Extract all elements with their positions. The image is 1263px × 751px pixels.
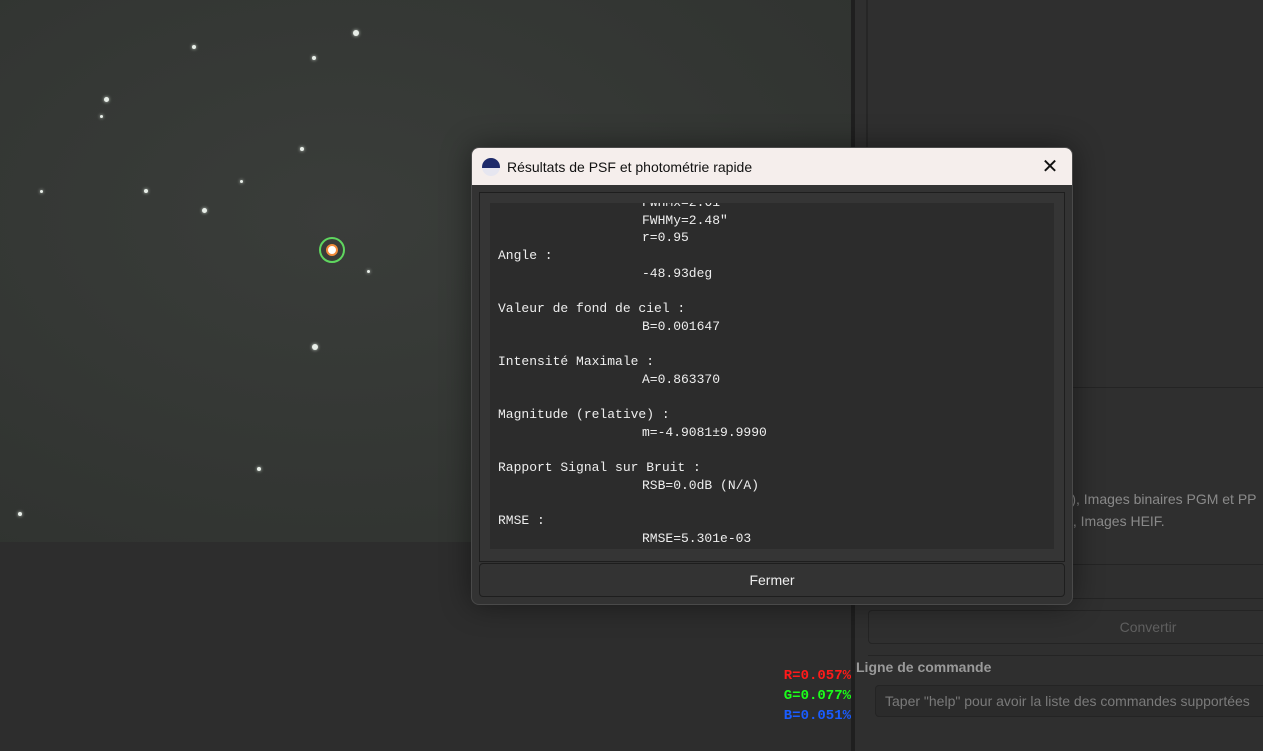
star [312,56,316,60]
formats-line: G, Images HEIF. [1062,513,1165,529]
result-line: RMSE=5.301e-03 [642,531,752,547]
star [144,189,148,193]
result-line [498,282,1054,300]
result-line [498,495,1054,513]
results-text[interactable]: FWHMx=2.61"FWHMy=2.48" r=0.95 Angle : -48.9… [490,203,1054,549]
star [240,180,243,183]
result-line [498,389,1054,407]
star [104,97,109,102]
results-frame: FWHMx=2.61"FWHMy=2.48" r=0.95 Angle : -48.9… [479,192,1065,562]
red-value: R=0.057% [783,668,851,684]
green-value: G=0.077% [783,688,851,704]
star [202,208,207,213]
result-line [498,442,1054,460]
formats-line: S), Images binaires PGM et PP [1062,491,1257,507]
result-line: FWHMx=2.61" [498,203,1054,212]
star [100,115,103,118]
result-line: RSB=0.0dB (N/A) [642,478,760,493]
star [257,467,261,471]
command-input[interactable]: Taper "help" pour avoir la liste des com… [875,685,1263,717]
result-line: RMSE : [498,513,545,529]
star [312,344,318,350]
close-button[interactable]: Fermer [479,563,1065,597]
close-icon[interactable]: ✕ [1028,154,1072,179]
divider [868,655,1263,656]
pixel-values: R=0.057% G=0.077% B=0.051% [784,666,851,726]
star [192,45,196,49]
result-line: B=0.001647 [642,318,721,334]
result-line: Intensité Maximale : [498,354,655,370]
result-line: Valeur de fond de ciel : [498,301,686,317]
app-icon [482,157,500,176]
dialog-title: Résultats de PSF et photométrie rapide [507,158,753,175]
convert-button[interactable]: Convertir [868,610,1263,644]
supported-formats-text: S), Images binaires PGM et PP G, Images … [1062,488,1257,532]
command-line-label: Ligne de commande [856,659,992,675]
result-line: r=0.95 [642,230,689,246]
result-line: A=0.863370 [642,371,721,387]
psf-target-marker [319,237,345,263]
star [367,270,370,273]
result-line [498,336,1054,354]
result-line: m=-4.9081±9.9990 [642,424,767,440]
result-line: FWHMy=2.48" [642,212,728,228]
psf-results-dialog: Résultats de PSF et photométrie rapide ✕… [471,147,1073,605]
result-line: -48.93deg [642,265,713,281]
blue-value: B=0.051% [783,708,851,724]
result-line: Magnitude (relative) : [498,407,670,423]
result-line: Angle : [498,248,553,264]
result-line: Rapport Signal sur Bruit : [498,460,701,476]
star [40,190,43,193]
star [353,30,359,36]
star [18,512,22,516]
star [300,147,304,151]
dialog-titlebar[interactable]: Résultats de PSF et photométrie rapide ✕ [472,148,1072,185]
